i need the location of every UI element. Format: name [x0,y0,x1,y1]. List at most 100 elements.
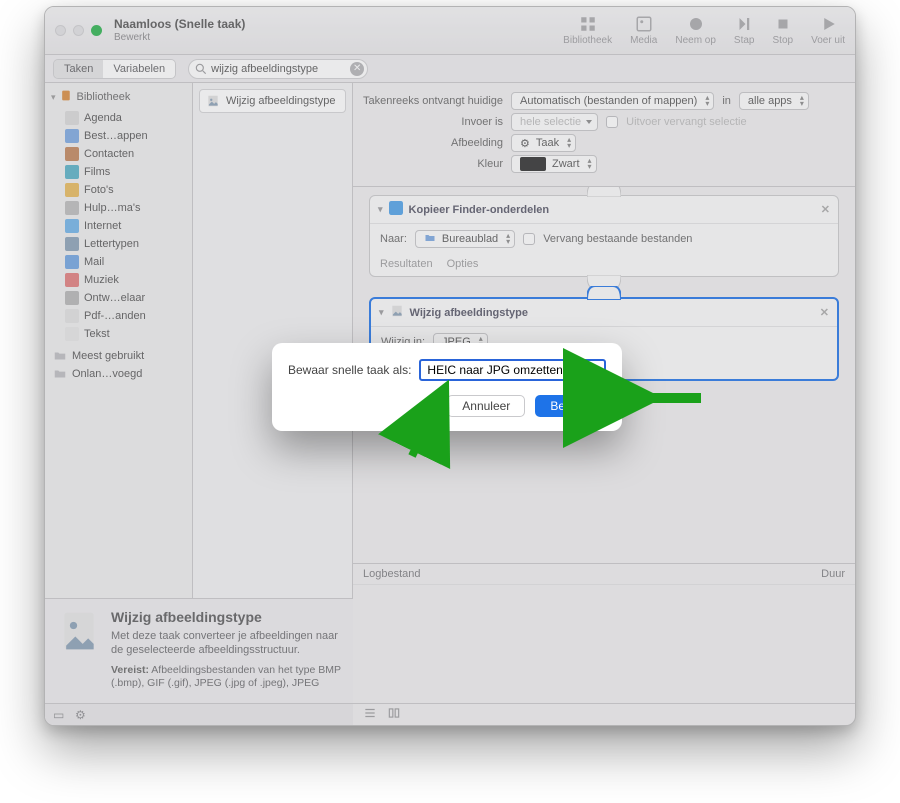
library-item-music[interactable]: Muziek [49,271,188,289]
play-icon [819,15,837,33]
log-panel: Logbestand Duur [353,563,855,703]
right-status-bar [353,703,855,725]
folder-icon [424,232,436,247]
step-button[interactable]: Stap [734,15,755,46]
window-controls [55,25,102,36]
app-icon [65,111,79,125]
media-button[interactable]: Media [630,15,657,46]
log-list-icon[interactable] [363,706,377,723]
prop-receives-label: Takenreeks ontvangt huidige [363,95,503,107]
library-item-utilities[interactable]: Hulp…ma's [49,199,188,217]
description-title: Wijzig afbeeldingstype [111,609,341,625]
app-icon [65,201,79,215]
cancel-button[interactable]: Annuleer [447,395,525,417]
action-result-convert-image-type[interactable]: Wijzig afbeeldingstype [199,89,346,113]
record-button[interactable]: Neem op [675,15,716,46]
run-button[interactable]: Voer uit [811,15,845,46]
save-button[interactable]: Bewaar [535,395,606,417]
workflow-step-copy-finder[interactable]: ▾ Kopieer Finder-onderdelen ✕ Naar: Bure… [369,195,839,277]
destination-select[interactable]: Bureaublad▴▾ [415,230,515,248]
output-replace-checkbox[interactable] [606,116,618,128]
library-item-films[interactable]: Films [49,163,188,181]
library-item-fonts[interactable]: Lettertypen [49,235,188,253]
app-icon [65,255,79,269]
disclosure-icon[interactable]: ▾ [378,204,383,215]
search-input[interactable] [188,59,368,79]
step-options-link[interactable]: Opties [447,258,479,270]
connector-in-icon [587,187,621,197]
log-columns-icon[interactable] [387,706,401,723]
image-icon [635,15,653,33]
secondary-toolbar: Taken Variabelen ✕ [45,55,855,83]
library-item-contacts[interactable]: Contacten [49,145,188,163]
book-icon [60,89,73,105]
step-icon [735,15,753,33]
action-description: Wijzig afbeeldingstype Met deze taak con… [45,598,353,703]
replace-existing-checkbox[interactable] [523,233,535,245]
clear-search-icon[interactable]: ✕ [350,62,364,76]
image-file-icon [206,94,220,108]
hide-description-icon[interactable]: ▭ [53,708,67,722]
library-item-developer[interactable]: Ontw…elaar [49,289,188,307]
log-col-file: Logbestand [363,568,821,580]
log-col-duration: Duur [821,568,845,580]
app-icon [65,291,79,305]
description-body: Met deze taak converteer je afbeeldingen… [111,629,341,658]
stop-icon [774,15,792,33]
library-item-agenda[interactable]: Agenda [49,109,188,127]
remove-step-icon[interactable]: ✕ [821,203,830,216]
step-title: Kopieer Finder-onderdelen [409,204,550,216]
app-icon [65,183,79,197]
step-results-link[interactable]: Resultaten [380,258,433,270]
window-title: Naamloos (Snelle taak) [114,18,245,31]
save-name-input[interactable] [419,359,606,381]
app-icon [65,129,79,143]
library-item-mail[interactable]: Mail [49,253,188,271]
receives-select[interactable]: Automatisch (bestanden of mappen)▴▾ [511,92,714,110]
actions-variables-switch[interactable]: Taken Variabelen [53,59,176,79]
library-item-files[interactable]: Best…appen [49,127,188,145]
library-item-most-used[interactable]: Meest gebruikt [49,347,188,365]
in-app-select[interactable]: alle apps▴▾ [739,92,809,110]
left-status-bar: ▭ ⚙︎ [45,703,353,725]
app-icon [65,147,79,161]
library-item-photos[interactable]: Foto's [49,181,188,199]
output-replace-label: Uitvoer vervangt selectie [626,116,746,128]
close-window-icon[interactable] [55,25,66,36]
library-button[interactable]: Bibliotheek [563,15,612,46]
disclosure-icon: ▾ [51,92,56,103]
image-select[interactable]: ⚙︎Taak▴▾ [511,134,576,152]
image-file-large-icon [57,609,101,653]
prop-input-label: Invoer is [363,116,503,128]
remove-step-icon[interactable]: ✕ [820,306,829,319]
input-select[interactable]: hele selectie [511,113,598,131]
disclosure-icon[interactable]: ▾ [379,307,384,318]
gear-icon: ⚙︎ [520,137,530,150]
stop-button[interactable]: Stop [773,15,794,46]
library-item-text[interactable]: Tekst [49,325,188,343]
app-icon [65,327,79,341]
app-icon [65,309,79,323]
library-item-recently-added[interactable]: Onlan…voegd [49,365,188,383]
description-requires-label: Vereist: [111,664,149,676]
minimize-window-icon[interactable] [73,25,84,36]
tab-variables[interactable]: Variabelen [103,60,175,78]
tab-actions[interactable]: Taken [54,60,103,78]
color-swatch-icon [520,157,546,171]
folder-icon [53,349,67,363]
maximize-window-icon[interactable] [91,25,102,36]
library-item-internet[interactable]: Internet [49,217,188,235]
library-item-pdf[interactable]: Pdf-…anden [49,307,188,325]
app-icon [65,219,79,233]
annotation-arrow-to-input [388,388,458,458]
connector-in-icon [587,286,621,300]
window-subtitle: Bewerkt [114,32,245,43]
library-header[interactable]: ▾ Bibliotheek [49,87,188,109]
save-as-label: Bewaar snelle taak als: [288,363,411,377]
gear-icon[interactable]: ⚙︎ [75,708,89,722]
search-icon [194,62,208,79]
app-icon [65,165,79,179]
app-icon [65,237,79,251]
workflow-input-properties: Takenreeks ontvangt huidige Automatisch … [353,83,855,187]
color-select[interactable]: Zwart▴▾ [511,155,597,173]
